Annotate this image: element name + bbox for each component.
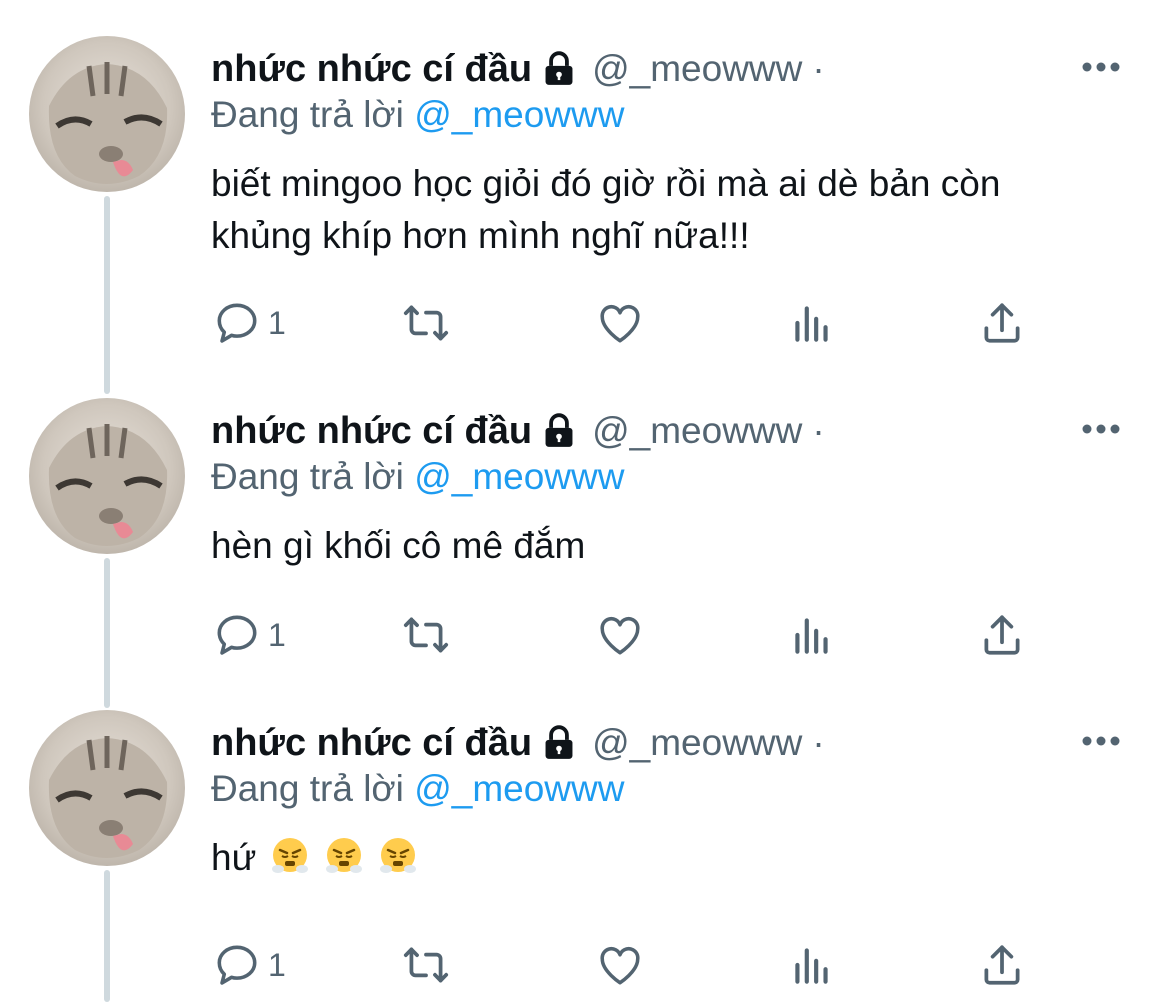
reply-prefix: Đang trả lời bbox=[211, 94, 404, 135]
reply-prefix: Đang trả lời bbox=[211, 456, 404, 497]
tweet-header: nhức nhức cí đầu @_meowww · bbox=[211, 406, 825, 456]
share-icon bbox=[984, 615, 1020, 655]
avatar[interactable] bbox=[29, 36, 185, 192]
reply-to-link[interactable]: @_meowww bbox=[414, 768, 624, 809]
reply-count: 1 bbox=[268, 946, 286, 983]
share-button[interactable] bbox=[977, 940, 1027, 990]
reply-count: 1 bbox=[268, 304, 286, 341]
more-icon[interactable] bbox=[1081, 422, 1121, 436]
share-icon bbox=[984, 945, 1020, 985]
display-name[interactable]: nhức nhức cí đầu bbox=[211, 48, 532, 91]
reply-icon bbox=[217, 615, 257, 655]
share-button[interactable] bbox=[977, 610, 1027, 660]
tweet[interactable]: nhức nhức cí đầu @_meowww · Đang trả lời… bbox=[0, 0, 1169, 343]
heart-icon bbox=[600, 946, 640, 985]
like-button[interactable] bbox=[595, 298, 645, 348]
handle[interactable]: @_meowww bbox=[592, 48, 802, 90]
reply-count: 1 bbox=[268, 616, 286, 653]
more-icon[interactable] bbox=[1081, 60, 1121, 74]
analytics-icon bbox=[795, 618, 828, 654]
avatar[interactable] bbox=[29, 398, 185, 554]
handle[interactable]: @_meowww bbox=[592, 410, 802, 452]
reply-context: Đang trả lời @_meowww bbox=[211, 94, 624, 136]
tweet[interactable]: nhức nhức cí đầu @_meowww · Đang trả lời… bbox=[0, 674, 1169, 986]
analytics-icon bbox=[795, 306, 828, 342]
share-button[interactable] bbox=[977, 298, 1027, 348]
reply-icon bbox=[217, 945, 257, 985]
tweet-text: hứ bbox=[211, 837, 257, 878]
separator: · bbox=[812, 48, 825, 89]
separator: · bbox=[812, 722, 825, 763]
reply-to-link[interactable]: @_meowww bbox=[414, 456, 624, 497]
display-name[interactable]: nhức nhức cí đầu bbox=[211, 722, 532, 765]
retweet-button[interactable] bbox=[401, 298, 451, 348]
lock-icon bbox=[540, 50, 578, 88]
lock-icon bbox=[540, 412, 578, 450]
huffing-face-emoji bbox=[270, 836, 310, 876]
retweet-icon bbox=[403, 305, 449, 341]
display-name[interactable]: nhức nhức cí đầu bbox=[211, 410, 532, 453]
separator: · bbox=[812, 410, 825, 451]
tweet-header: nhức nhức cí đầu @_meowww · bbox=[211, 718, 825, 768]
more-icon[interactable] bbox=[1081, 734, 1121, 748]
reply-button[interactable]: 1 bbox=[212, 610, 286, 660]
tweet[interactable]: nhức nhức cí đầu @_meowww · Đang trả lời… bbox=[0, 362, 1169, 674]
reply-context: Đang trả lời @_meowww bbox=[211, 456, 624, 498]
reply-icon bbox=[217, 303, 257, 343]
retweet-button[interactable] bbox=[401, 940, 451, 990]
reply-button[interactable]: 1 bbox=[212, 940, 286, 990]
tweet-header: nhức nhức cí đầu @_meowww · bbox=[211, 44, 825, 94]
reply-button[interactable]: 1 bbox=[212, 298, 286, 348]
action-bar: 1 bbox=[0, 940, 1169, 1000]
views-button[interactable] bbox=[787, 940, 837, 990]
reply-context: Đang trả lời @_meowww bbox=[211, 768, 624, 810]
like-button[interactable] bbox=[595, 940, 645, 990]
huffing-face-emoji bbox=[378, 836, 418, 876]
heart-icon bbox=[600, 616, 640, 655]
huffing-face-emoji bbox=[324, 836, 364, 876]
action-bar: 1 bbox=[0, 298, 1169, 358]
action-bar: 1 bbox=[0, 610, 1169, 670]
views-button[interactable] bbox=[787, 298, 837, 348]
lock-icon bbox=[540, 724, 578, 762]
views-button[interactable] bbox=[787, 610, 837, 660]
heart-icon bbox=[600, 304, 640, 343]
tweet-text: biết mingoo học giỏi đó giờ rồi mà ai dè… bbox=[211, 163, 1001, 256]
tweet-text: hèn gì khối cô mê đắm bbox=[211, 525, 586, 566]
analytics-icon bbox=[795, 948, 828, 984]
retweet-button[interactable] bbox=[401, 610, 451, 660]
reply-to-link[interactable]: @_meowww bbox=[414, 94, 624, 135]
retweet-icon bbox=[403, 947, 449, 983]
share-icon bbox=[984, 303, 1020, 343]
tweet-content: hứ bbox=[211, 832, 1111, 884]
retweet-icon bbox=[403, 617, 449, 653]
avatar[interactable] bbox=[29, 710, 185, 866]
handle[interactable]: @_meowww bbox=[592, 722, 802, 764]
reply-prefix: Đang trả lời bbox=[211, 768, 404, 809]
like-button[interactable] bbox=[595, 610, 645, 660]
